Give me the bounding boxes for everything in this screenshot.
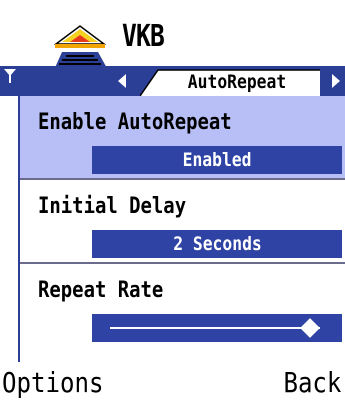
setting-repeat-rate[interactable]: Repeat Rate [20, 264, 345, 346]
back-softkey[interactable]: Back [283, 366, 341, 399]
settings-list: Enable AutoRepeat Enabled Initial Delay … [18, 96, 345, 362]
slider-knob[interactable] [299, 318, 320, 338]
tab-label: AutoRepeat [187, 71, 287, 93]
vkb-app-icon [53, 25, 108, 70]
setting-label: Repeat Rate [38, 278, 164, 303]
tab-autorepeat[interactable]: AutoRepeat [140, 69, 320, 96]
repeat-rate-slider[interactable] [92, 314, 342, 342]
softkey-bar: Options Back [0, 362, 345, 406]
tab-bar: AutoRepeat [0, 66, 345, 96]
setting-value[interactable]: Enabled [92, 146, 342, 174]
title-pane: VKB [0, 0, 345, 72]
setting-initial-delay[interactable]: Initial Delay 2 Seconds [20, 180, 345, 264]
setting-enable-autorepeat[interactable]: Enable AutoRepeat Enabled [20, 96, 345, 180]
tab-left-arrow-icon[interactable] [116, 72, 128, 90]
signal-icon [4, 69, 16, 83]
tab-right-arrow-icon[interactable] [330, 72, 342, 90]
app-title: VKB [122, 19, 165, 54]
setting-label: Enable AutoRepeat [38, 110, 232, 135]
phone-screen: VKB AutoRepeat Enable AutoRepeat Enabled… [0, 0, 345, 406]
setting-value[interactable]: 2 Seconds [92, 230, 342, 258]
slider-line [110, 327, 320, 329]
setting-label: Initial Delay [38, 194, 187, 219]
options-softkey[interactable]: Options [2, 366, 103, 399]
